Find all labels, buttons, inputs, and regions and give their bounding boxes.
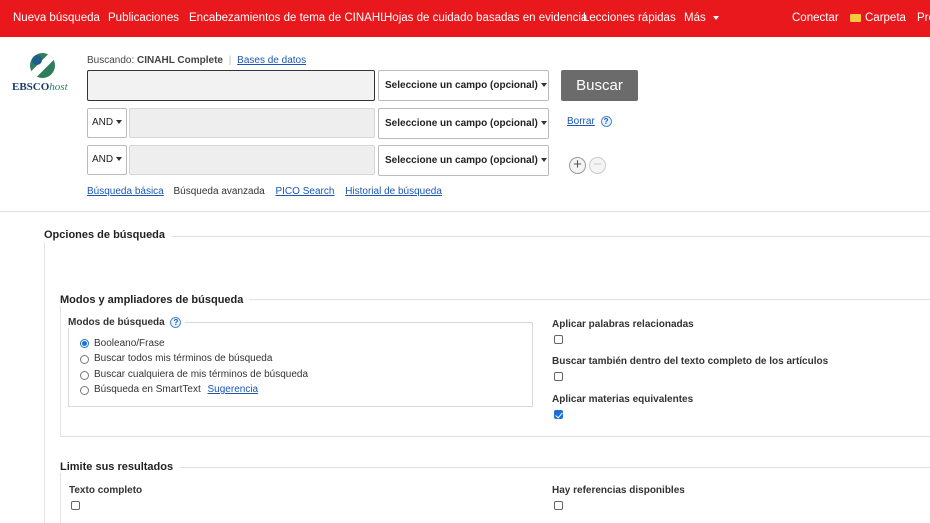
options-top-rule (44, 236, 930, 237)
help-icon[interactable]: ? (170, 317, 182, 328)
folder-icon (850, 14, 861, 22)
help-icon[interactable]: ? (600, 116, 612, 127)
expander-label-full-text: Buscar también dentro del texto completo… (552, 356, 829, 367)
nav-evidence-care-sheets[interactable]: Hojas de cuidado basadas en evidencia (384, 0, 587, 37)
logo-brand: EBSCO (12, 81, 50, 93)
mode-label-any-terms: Buscar cualquiera de mis términos de bús… (94, 369, 309, 380)
expander-label-related-words: Aplicar palabras relacionadas (552, 319, 694, 330)
chevron-down-icon (116, 157, 123, 162)
field-select-1-label: Seleccione un campo (opcional) (385, 80, 538, 91)
nav-folder[interactable]: Carpeta (850, 0, 906, 37)
ebsco-logo-text: EBSCOhost (12, 81, 68, 93)
search-mode-links: Búsqueda básica Búsqueda avanzada PICO S… (87, 186, 442, 197)
nav-more-label: Más (684, 12, 706, 24)
nav-folder-label: Carpeta (865, 12, 906, 24)
checkbox-equivalent-subjects[interactable] (554, 410, 563, 419)
checkbox-full-text-search[interactable] (554, 372, 563, 381)
search-input-1[interactable] (87, 70, 375, 101)
logo-suffix: host (49, 81, 68, 93)
modes-fieldset-bottom (60, 436, 930, 437)
bool-operator-select-2[interactable]: AND (87, 108, 127, 138)
expander-label-equivalent-subjects: Aplicar materias equivalentes (552, 394, 694, 405)
searching-line: Buscando: CINAHL Complete | Bases de dat… (87, 55, 306, 66)
top-navigation-bar: Nueva búsqueda Publicaciones Encabezamie… (0, 0, 930, 37)
separator: | (228, 55, 232, 66)
search-modes-heading: Modos de búsqueda ? (68, 317, 186, 328)
nav-preferences[interactable]: Pre (917, 0, 930, 37)
search-modes-title: Modos de búsqueda (68, 317, 165, 328)
chevron-down-icon (540, 158, 547, 163)
clear-link[interactable]: Borrar (567, 116, 595, 127)
modes-expanders-heading: Modos y ampliadores de búsqueda (60, 294, 250, 306)
radio-smarttext[interactable] (80, 386, 89, 395)
clear-group: Borrar ? (567, 116, 612, 127)
chevron-down-icon (540, 121, 547, 126)
search-input-2[interactable] (129, 108, 375, 138)
field-select-3[interactable]: Seleccione un campo (opcional) (378, 145, 549, 176)
remove-row-icon[interactable]: − (589, 157, 606, 174)
smarttext-label: Búsqueda en SmartText (94, 384, 201, 395)
nav-cinahl-headings[interactable]: Encabezamientos de tema de CINAHL (189, 0, 387, 37)
radio-any-terms[interactable] (80, 371, 89, 380)
checkbox-related-words[interactable] (554, 335, 563, 344)
mode-label-all-terms: Buscar todos mis términos de búsqueda (94, 353, 273, 364)
limit-results-heading: Limite sus resultados (60, 461, 180, 473)
basic-search-link[interactable]: Búsqueda básica (87, 186, 164, 197)
bool-operator-label: AND (92, 117, 114, 128)
search-history-link[interactable]: Historial de búsqueda (345, 186, 442, 197)
section-divider (0, 211, 930, 212)
chevron-down-icon (540, 83, 547, 88)
modes-fieldset-left (60, 299, 61, 437)
nav-more-menu[interactable]: Más (684, 0, 719, 37)
checkbox-limit-references[interactable] (554, 501, 563, 510)
options-left-rule (44, 243, 45, 523)
bool-operator-select-3[interactable]: AND (87, 145, 127, 175)
nav-quick-lessons[interactable]: Lecciones rápidas (583, 0, 676, 37)
radio-boolean-phrase[interactable] (80, 339, 89, 348)
search-input-3[interactable] (129, 145, 375, 175)
field-select-2-label: Seleccione un campo (opcional) (385, 118, 538, 129)
nav-publications[interactable]: Publicaciones (108, 0, 179, 37)
field-select-3-label: Seleccione un campo (opcional) (385, 155, 538, 166)
mode-label-smarttext: Búsqueda en SmartText Sugerencia (94, 384, 258, 395)
databases-link[interactable]: Bases de datos (237, 55, 306, 66)
field-select-1[interactable]: Seleccione un campo (opcional) (378, 70, 549, 101)
chevron-down-icon (116, 120, 123, 125)
field-select-2[interactable]: Seleccione un campo (opcional) (378, 108, 549, 139)
pico-search-link[interactable]: PICO Search (275, 186, 334, 197)
nav-new-search[interactable]: Nueva búsqueda (13, 0, 100, 37)
nav-sign-in[interactable]: Conectar (792, 0, 839, 37)
smarttext-hint-link[interactable]: Sugerencia (208, 384, 259, 395)
database-name: CINAHL Complete (137, 55, 223, 66)
search-options-title: Opciones de búsqueda (44, 229, 172, 241)
advanced-search-current: Búsqueda avanzada (173, 186, 265, 197)
ebsco-logo-icon (30, 53, 55, 78)
limits-fieldset-top (60, 467, 930, 468)
limit-label-full-text: Texto completo (69, 485, 143, 496)
bool-operator-label: AND (92, 154, 114, 165)
add-row-icon[interactable]: + (569, 157, 586, 174)
limit-label-references: Hay referencias disponibles (552, 485, 685, 496)
searching-label: Buscando: (87, 55, 135, 66)
search-button[interactable]: Buscar (561, 70, 638, 101)
checkbox-limit-full-text[interactable] (71, 501, 80, 510)
mode-label-boolean: Booleano/Frase (94, 338, 165, 349)
limits-fieldset-left (60, 467, 61, 523)
radio-all-terms[interactable] (80, 355, 89, 364)
chevron-down-icon (712, 15, 719, 20)
